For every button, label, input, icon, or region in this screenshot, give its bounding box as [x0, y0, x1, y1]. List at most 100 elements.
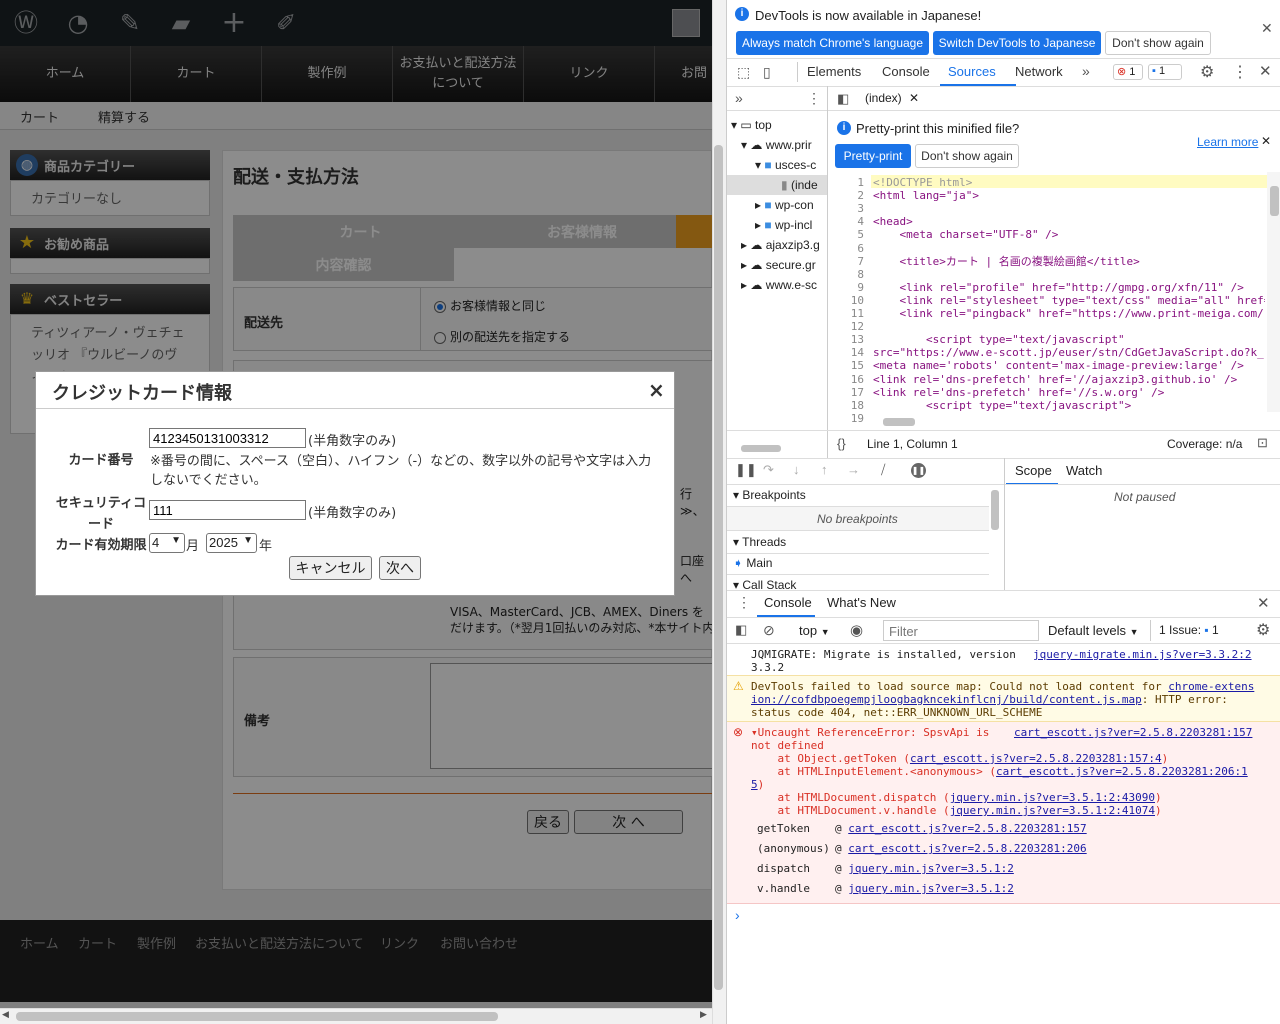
frame-icon: ▭: [740, 118, 752, 132]
vertical-scroll-thumb[interactable]: [714, 145, 723, 990]
tree-ajaxzip3[interactable]: ▸ ☁ ajaxzip3.g: [741, 238, 820, 252]
expand-navigator-icon[interactable]: »: [735, 90, 743, 106]
drawer-menu-icon[interactable]: ⋮: [737, 594, 751, 611]
tree-secure[interactable]: ▸ ☁ secure.gr: [741, 258, 816, 272]
device-toggle-icon[interactable]: ▯: [763, 64, 771, 81]
navigator-menu-icon[interactable]: ⋮: [807, 90, 821, 107]
always-match-button[interactable]: Always match Chrome's language: [736, 31, 929, 55]
console-msg-jqmigrate: JQMIGRATE: Migrate is installed, version…: [751, 648, 1016, 674]
scroll-left-icon[interactable]: ◀: [2, 1010, 9, 1020]
threads-section[interactable]: ▾ Threads: [733, 535, 786, 549]
step-icon[interactable]: →: [847, 462, 860, 477]
breakpoints-section[interactable]: ▾ Breakpoints: [733, 488, 806, 502]
expiry-month-select[interactable]: 4 ▼: [149, 533, 185, 553]
message-badge[interactable]: ▪ 1: [1148, 64, 1182, 80]
deactivate-breakpoints-icon[interactable]: ⧸: [881, 462, 885, 478]
console-settings-icon[interactable]: ⚙: [1256, 620, 1270, 640]
more-tabs-icon[interactable]: »: [1082, 63, 1090, 79]
close-devtools-icon[interactable]: ✕: [1259, 62, 1272, 80]
kebab-menu-icon[interactable]: ⋮: [1232, 62, 1248, 82]
error-badge[interactable]: ⊗ 1: [1113, 64, 1143, 80]
tree-www-print[interactable]: ▾ ☁ www.prir: [741, 138, 812, 152]
code-line: <meta charset="UTF-8" />: [873, 228, 1059, 242]
issues-badge[interactable]: 1 Issue: ▪ 1: [1150, 620, 1250, 641]
card-number-input[interactable]: [149, 428, 306, 448]
coverage-icon[interactable]: ⊡: [1257, 435, 1268, 451]
debugger-scroll-thumb[interactable]: [991, 490, 999, 530]
inspect-icon[interactable]: ⬚: [737, 64, 750, 81]
drawer-tab-console[interactable]: Console: [764, 595, 812, 610]
frame-link-2[interactable]: cart_escott.js?ver=2.5.8.2203281:206: [848, 842, 1086, 855]
dont-show-again-button[interactable]: Don't show again: [1105, 31, 1211, 55]
context-select[interactable]: top ▼: [799, 623, 830, 638]
stack-link-3[interactable]: jquery.min.js?ver=3.5.1:2:43090: [950, 791, 1155, 804]
drawer-tab-whats-new[interactable]: What's New: [827, 595, 896, 610]
warning-link-1[interactable]: chrome-extens: [1168, 680, 1254, 693]
eye-icon[interactable]: ◉: [850, 621, 863, 639]
learn-more-link[interactable]: Learn more: [1197, 135, 1258, 149]
tab-scope[interactable]: Scope: [1015, 463, 1052, 478]
pause-exceptions-icon[interactable]: ❚❚: [911, 463, 926, 478]
frame-link-3[interactable]: jquery.min.js?ver=3.5.1:2: [848, 862, 1014, 875]
editor-file-tab[interactable]: (index) ✕: [865, 91, 919, 105]
tree-wp-includes[interactable]: ▸ ■ wp-incl: [755, 218, 812, 232]
stack-link-4[interactable]: jquery.min.js?ver=3.5.1:2:41074: [950, 804, 1155, 817]
next-button[interactable]: 次へ: [379, 556, 421, 580]
warning-link-2[interactable]: ion://cofdbpoegempjloogbagkncekinflcnj/b…: [751, 693, 1142, 706]
tree-top[interactable]: ▾ ▭ top: [731, 118, 772, 132]
console-sidebar-icon[interactable]: ◧: [735, 622, 747, 638]
tab-console[interactable]: Console: [882, 64, 930, 79]
console-msg-jqmigrate-source[interactable]: jquery-migrate.min.js?ver=3.3.2:2: [1033, 648, 1252, 661]
expiry-year-select[interactable]: 2025 ▼: [206, 533, 257, 553]
stack-link-1[interactable]: cart_escott.js?ver=2.5.8.2203281:157:4: [910, 752, 1162, 765]
tree-index-file[interactable]: ▮ (inde: [781, 178, 818, 192]
close-icon[interactable]: ×: [648, 378, 665, 402]
stack-link-2[interactable]: cart_escott.js?ver=2.5.8.2203281:206:1: [996, 765, 1248, 778]
tab-elements[interactable]: Elements: [807, 64, 861, 79]
code-line: <head>: [873, 215, 913, 229]
tab-network[interactable]: Network: [1015, 64, 1063, 79]
log-levels-select[interactable]: Default levels ▼: [1048, 623, 1139, 638]
cancel-button[interactable]: キャンセル: [289, 556, 372, 580]
devtools-panel: i DevTools is now available in Japanese!…: [726, 0, 1280, 1024]
security-code-input[interactable]: [149, 500, 306, 520]
scroll-right-icon[interactable]: ▶: [700, 1010, 707, 1020]
step-over-icon[interactable]: ↷: [763, 462, 774, 478]
step-into-icon[interactable]: ↓: [793, 462, 800, 477]
pretty-dont-show-button[interactable]: Don't show again: [915, 144, 1019, 168]
close-drawer-icon[interactable]: ✕: [1257, 594, 1270, 612]
frame-link-1[interactable]: cart_escott.js?ver=2.5.8.2203281:157: [848, 822, 1086, 835]
tree-e-scott[interactable]: ▸ ☁ www.e-sc: [741, 278, 817, 292]
pretty-print-button[interactable]: Pretty-print: [835, 144, 911, 168]
pretty-print-icon[interactable]: {}: [837, 436, 846, 451]
navigator-hscroll-thumb[interactable]: [741, 445, 781, 452]
tree-usces[interactable]: ▾ ■ usces-c: [755, 158, 816, 172]
gear-icon[interactable]: ⚙: [1200, 62, 1214, 82]
frame-at-3: @ jquery.min.js?ver=3.5.1:2: [835, 862, 1014, 875]
code-vscroll-thumb[interactable]: [1270, 186, 1279, 216]
line-number: 3: [857, 202, 864, 216]
pause-icon[interactable]: ❚❚: [735, 462, 757, 478]
line-number: 13: [850, 333, 864, 347]
thread-main[interactable]: ➧ Main: [733, 556, 772, 570]
error-icon: ⊗: [733, 725, 744, 739]
line-number: 6: [857, 241, 864, 255]
console-prompt-icon[interactable]: ›: [735, 907, 740, 923]
tree-wp-content[interactable]: ▸ ■ wp-con: [755, 198, 814, 212]
clear-console-icon[interactable]: ⊘: [763, 622, 775, 639]
close-icon[interactable]: ✕: [909, 91, 919, 105]
toggle-sidebar-icon[interactable]: ◧: [837, 91, 849, 107]
web-page: Ⓦ ◔ ✎ ▰ + ✐ ホーム カート 製作例 お支払いと配送方法について リン…: [0, 0, 712, 1024]
switch-japanese-button[interactable]: Switch DevTools to Japanese: [933, 31, 1101, 55]
step-out-icon[interactable]: ↑: [821, 462, 828, 477]
tab-sources[interactable]: Sources: [948, 64, 996, 79]
code-line: <meta name='robots' content='max-image-p…: [873, 359, 1244, 373]
tab-watch[interactable]: Watch: [1066, 463, 1102, 478]
console-filter-input[interactable]: Filter: [883, 620, 1039, 641]
frame-link-4[interactable]: jquery.min.js?ver=3.5.1:2: [848, 882, 1014, 895]
infobar-close-icon[interactable]: ✕: [1261, 20, 1273, 37]
console-error-source[interactable]: cart_escott.js?ver=2.5.8.2203281:157: [1014, 726, 1252, 739]
close-icon[interactable]: ✕: [1261, 134, 1271, 148]
code-hscroll-thumb[interactable]: [883, 418, 915, 426]
horizontal-scroll-thumb[interactable]: [16, 1012, 498, 1021]
